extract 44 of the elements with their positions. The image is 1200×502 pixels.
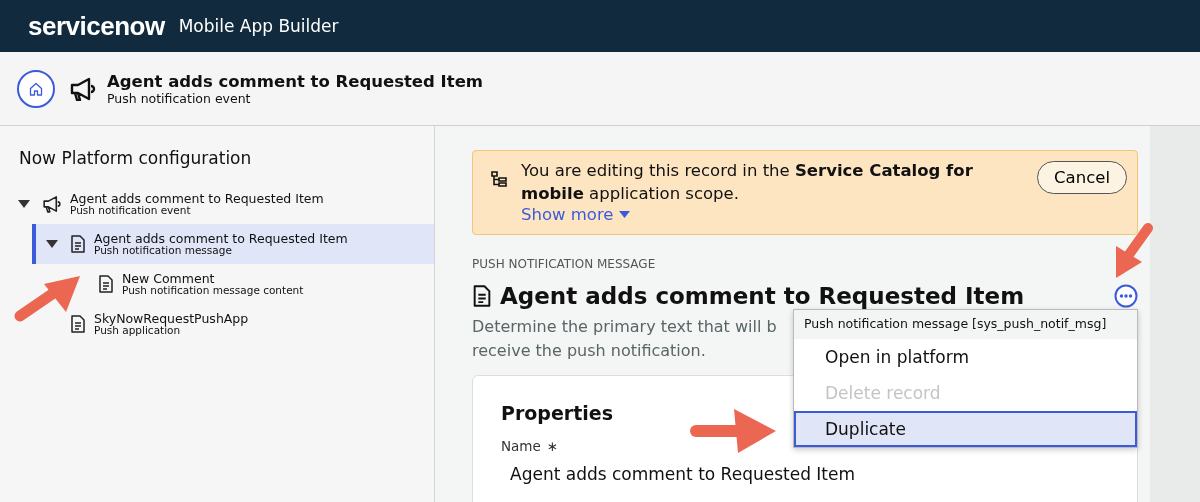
description-text: receive the push notification.	[472, 340, 706, 362]
tree-item-type: Push application	[94, 325, 181, 337]
hierarchy-icon	[491, 171, 507, 187]
brand-logo: servicenow	[28, 10, 165, 42]
tree-row[interactable]: Agent adds comment to Requested Item Push notification message	[32, 224, 434, 264]
document-icon	[70, 315, 86, 333]
tree-item-type: Push notification event	[70, 205, 192, 217]
sidebar-title: Now Platform configuration	[19, 148, 253, 168]
caret-icon[interactable]	[46, 240, 58, 248]
tree-item[interactable]: SkyNowRequestPushApp	[94, 311, 249, 326]
tree-item[interactable]: New Comment	[122, 271, 304, 286]
document-icon	[70, 235, 86, 253]
caret-icon	[618, 210, 630, 219]
record-type: Push notification event	[107, 90, 252, 106]
document-icon	[98, 275, 114, 293]
app-title: Mobile App Builder	[178, 16, 339, 36]
show-more-link[interactable]: Show more	[521, 205, 630, 224]
tree-item-type: Push notification message	[94, 245, 233, 257]
menu-item[interactable]: Duplicate	[794, 411, 1137, 447]
tree-item[interactable]: Agent adds comment to Requested Item	[94, 231, 348, 246]
tree-item[interactable]: Agent adds comment to Requested Item	[70, 191, 324, 206]
record-title: Agent adds comment to Requested Item	[107, 71, 484, 91]
more-options-button[interactable]	[1114, 284, 1138, 308]
section-label: PUSH NOTIFICATION MESSAGE	[472, 257, 657, 271]
caret-icon[interactable]	[18, 200, 30, 208]
cancel-button[interactable]: Cancel	[1037, 161, 1127, 194]
record-heading: Agent adds comment to Requested Item	[500, 283, 1026, 309]
required-mark: ∗	[546, 438, 559, 454]
name-field[interactable]: Agent adds comment to Requested Item	[510, 464, 1109, 484]
properties-title: Properties	[501, 402, 614, 424]
tree-row[interactable]: SkyNowRequestPushApp Push application	[0, 304, 434, 344]
description-text: Determine the primary text that will b	[472, 316, 777, 338]
tree-item-type: Push notification message content	[122, 285, 304, 297]
home-icon	[28, 80, 44, 97]
home-button[interactable]	[17, 69, 55, 108]
tree-row[interactable]: Agent adds comment to Requested Item Push notification event	[0, 184, 434, 224]
tree-row[interactable]: New Comment Push notification message content	[0, 264, 434, 304]
scope-message: You are editing this record in the Service Catalog for mobile application scope.	[521, 160, 974, 205]
megaphone-icon	[69, 76, 97, 101]
field-label: Name	[501, 438, 541, 454]
megaphone-icon	[42, 195, 62, 213]
document-icon	[472, 285, 492, 307]
menu-header: Push notification message [sys_push_notif_msg]	[794, 310, 1137, 339]
menu-item[interactable]: Open in platform	[794, 339, 1137, 375]
